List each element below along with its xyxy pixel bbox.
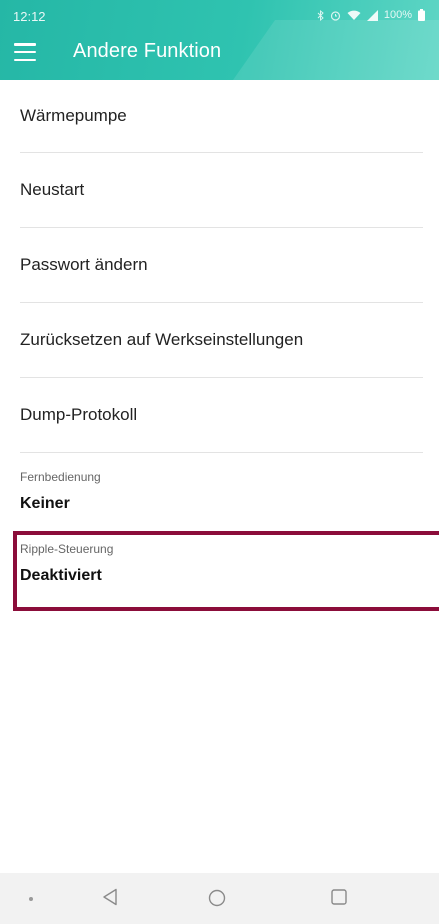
list-item-label: Dump-Protokoll bbox=[20, 405, 138, 424]
setting-value: Keiner bbox=[20, 495, 70, 512]
wifi-icon bbox=[347, 10, 361, 21]
home-icon[interactable] bbox=[208, 889, 226, 912]
list-item-label: Zurücksetzen auf Werkseinstellungen bbox=[20, 330, 304, 349]
system-nav-bar bbox=[0, 873, 439, 924]
screen: 12:12 100% Andere Funktion Wärmepumpe Ne… bbox=[0, 0, 439, 924]
alarm-icon bbox=[330, 10, 341, 21]
recents-icon[interactable] bbox=[331, 889, 347, 910]
signal-icon bbox=[366, 9, 378, 21]
battery-icon bbox=[418, 9, 425, 21]
back-icon[interactable] bbox=[102, 888, 118, 911]
bluetooth-icon bbox=[317, 9, 324, 21]
list-item-waermepumpe[interactable]: Wärmepumpe bbox=[20, 80, 423, 153]
page-title: Andere Funktion bbox=[73, 40, 222, 62]
list-item-neustart[interactable]: Neustart bbox=[20, 153, 423, 228]
setting-fernbedienung[interactable]: Fernbedienung Keiner bbox=[20, 453, 439, 525]
app-bar: 12:12 100% Andere Funktion bbox=[0, 0, 439, 80]
list-item-label: Wärmepumpe bbox=[20, 106, 127, 125]
list-item-werkseinstellungen[interactable]: Zurücksetzen auf Werkseinstellungen bbox=[20, 303, 423, 378]
list-item-label: Passwort ändern bbox=[20, 255, 148, 274]
status-time: 12:12 bbox=[13, 9, 46, 24]
highlight-box bbox=[13, 531, 439, 611]
list-item-label: Neustart bbox=[20, 180, 85, 199]
list-item-dump-protokoll[interactable]: Dump-Protokoll bbox=[20, 378, 423, 453]
list-item-passwort-aendern[interactable]: Passwort ändern bbox=[20, 228, 423, 303]
hamburger-menu-icon[interactable] bbox=[14, 43, 36, 61]
dot-icon bbox=[29, 897, 33, 901]
setting-caption: Fernbedienung bbox=[20, 470, 101, 484]
battery-text: 100% bbox=[383, 9, 412, 21]
function-list: Wärmepumpe Neustart Passwort ändern Zurü… bbox=[0, 80, 439, 597]
status-icons: 100% bbox=[317, 8, 425, 22]
